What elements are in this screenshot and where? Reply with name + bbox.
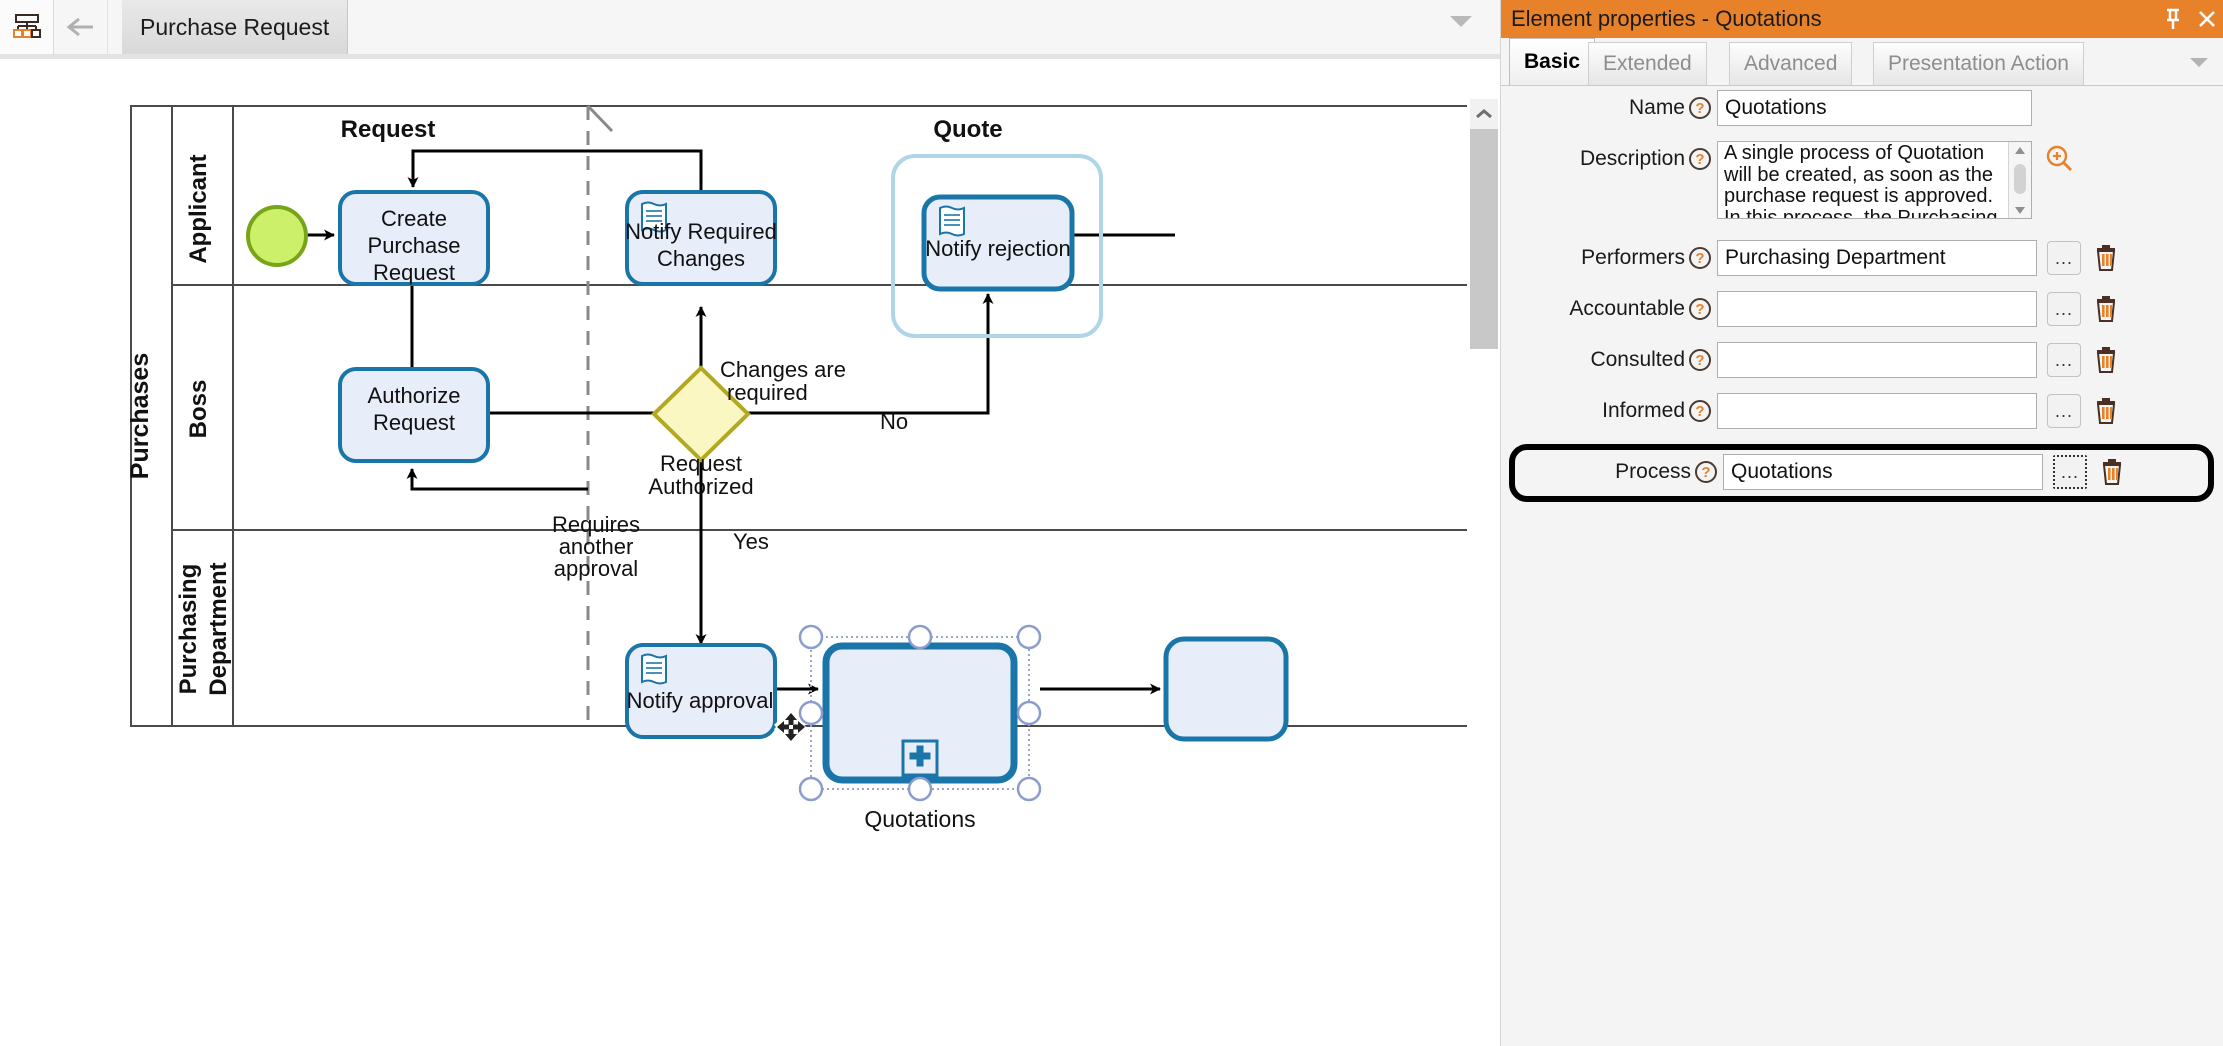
question-icon[interactable]: ? xyxy=(1689,148,1711,170)
trash-icon[interactable] xyxy=(2089,241,2123,275)
svg-text:Purchase: Purchase xyxy=(368,233,461,258)
field-label-accountable: Accountable xyxy=(1569,297,1685,320)
field-label-name: Name xyxy=(1628,96,1685,119)
model-tree-icon[interactable] xyxy=(0,0,54,54)
properties-form: Name ? Quotations Description ? A single… xyxy=(1501,90,2223,502)
trash-icon[interactable] xyxy=(2089,394,2123,428)
zoom-in-icon[interactable] xyxy=(2042,141,2076,175)
chevron-up-icon[interactable] xyxy=(1470,99,1498,129)
tab-presentation-action[interactable]: Presentation Action xyxy=(1873,42,2084,85)
svg-text:Create: Create xyxy=(381,206,447,231)
field-label-consulted: Consulted xyxy=(1590,348,1685,371)
milestone-label-quote: Quote xyxy=(933,116,1002,143)
trash-icon[interactable] xyxy=(2095,455,2129,489)
field-label-description: Description xyxy=(1579,147,1685,170)
informed-input[interactable] xyxy=(1717,393,2037,429)
tab-presentation-action-label: Presentation Action xyxy=(1888,52,2069,75)
svg-text:Notify rejection: Notify rejection xyxy=(925,236,1071,261)
pin-icon[interactable] xyxy=(2156,0,2190,38)
performers-input[interactable]: Purchasing Department xyxy=(1717,240,2037,276)
accountable-input[interactable] xyxy=(1717,291,2037,327)
consulted-browse-button[interactable]: ... xyxy=(2047,343,2081,377)
question-icon[interactable]: ? xyxy=(1689,298,1711,320)
scroll-up-icon[interactable] xyxy=(2009,142,2031,158)
tab-advanced-label: Advanced xyxy=(1744,52,1838,75)
accountable-browse-button[interactable]: ... xyxy=(2047,292,2081,326)
field-label-informed: Informed xyxy=(1602,399,1685,422)
process-input[interactable]: Quotations xyxy=(1723,454,2043,490)
subprocess-label: Quotations xyxy=(864,806,975,832)
lane-label-applicant: Applicant xyxy=(185,154,212,263)
highlight-outline-process: Process ? Quotations ... xyxy=(1509,444,2214,502)
tab-advanced[interactable]: Advanced xyxy=(1729,42,1853,85)
consulted-input[interactable] xyxy=(1717,342,2037,378)
field-row-name: Name ? Quotations xyxy=(1501,90,2223,128)
field-row-accountable: Accountable ? ... xyxy=(1501,291,2223,329)
description-text: A single process of Quotation will be cr… xyxy=(1724,142,1999,219)
field-row-process: Process ? Quotations ... xyxy=(1515,454,2208,492)
description-scrollbar[interactable] xyxy=(2008,142,2031,218)
back-arrow-icon[interactable] xyxy=(54,0,108,54)
document-tab-label: Purchase Request xyxy=(140,13,330,40)
performers-browse-button[interactable]: ... xyxy=(2047,241,2081,275)
field-row-description: Description ? A single process of Quotat… xyxy=(1501,141,2223,227)
diagram-canvas[interactable]: Purchases Applicant Boss Purchasing Depa… xyxy=(0,59,1468,1046)
svg-text:No: No xyxy=(880,409,908,434)
properties-title-text: Element properties - Quotations xyxy=(1511,6,1822,31)
scroll-down-icon[interactable] xyxy=(2009,202,2031,218)
svg-text:Notify Required: Notify Required xyxy=(625,219,777,244)
pool-label: Purchases xyxy=(126,353,154,479)
svg-text:Yes: Yes xyxy=(733,529,769,554)
milestone-label-request: Request xyxy=(341,116,436,143)
field-row-informed: Informed ? ... xyxy=(1501,393,2223,431)
lane-label-boss: Boss xyxy=(185,380,212,439)
canvas-vertical-scrollbar[interactable] xyxy=(1467,59,1500,1046)
svg-text:Notify approval: Notify approval xyxy=(627,688,774,713)
question-icon[interactable]: ? xyxy=(1689,247,1711,269)
scrollbar-thumb[interactable] xyxy=(1470,129,1498,349)
lane-label-purchasing-1: Purchasing xyxy=(175,564,202,695)
scrollbar-thumb[interactable] xyxy=(2014,164,2026,194)
svg-text:Authorized: Authorized xyxy=(648,474,753,499)
svg-text:Changes: Changes xyxy=(657,246,745,271)
name-input[interactable]: Quotations xyxy=(1717,90,2032,126)
field-label-performers: Performers xyxy=(1581,246,1685,269)
svg-text:Changes are: Changes are xyxy=(720,357,846,382)
close-icon[interactable] xyxy=(2190,0,2223,38)
svg-text:Request: Request xyxy=(373,260,455,285)
process-browse-button[interactable]: ... xyxy=(2053,455,2087,489)
svg-text:required: required xyxy=(727,380,808,405)
start-event xyxy=(246,205,308,267)
description-textarea[interactable]: A single process of Quotation will be cr… xyxy=(1717,141,2032,219)
document-tab-purchase-request[interactable]: Purchase Request xyxy=(122,0,349,54)
chevron-down-icon[interactable] xyxy=(1450,16,1472,27)
question-icon[interactable]: ? xyxy=(1695,461,1717,483)
field-row-performers: Performers ? Purchasing Department ... xyxy=(1501,240,2223,278)
question-icon[interactable]: ? xyxy=(1689,349,1711,371)
svg-text:approval: approval xyxy=(554,556,638,581)
application-window: Purchase Request Purchases Applicant Bos… xyxy=(0,0,2223,1046)
question-icon[interactable]: ? xyxy=(1689,97,1711,119)
lane-label-purchasing-2: Department xyxy=(205,562,232,695)
properties-title-bar: Element properties - Quotations xyxy=(1501,0,2223,38)
tab-basic[interactable]: Basic xyxy=(1509,38,1596,85)
field-row-consulted: Consulted ? ... xyxy=(1501,342,2223,380)
editor-tab-strip: Purchase Request xyxy=(0,0,1500,59)
chevron-down-icon[interactable] xyxy=(2190,58,2208,67)
informed-browse-button[interactable]: ... xyxy=(2047,394,2081,428)
svg-text:Request: Request xyxy=(660,451,742,476)
trash-icon[interactable] xyxy=(2089,343,2123,377)
svg-text:Request: Request xyxy=(373,410,455,435)
tab-extended-label: Extended xyxy=(1603,52,1692,75)
tab-extended[interactable]: Extended xyxy=(1588,42,1707,85)
field-label-process: Process xyxy=(1615,460,1691,483)
svg-text:Authorize: Authorize xyxy=(368,383,461,408)
diagram-editor: Purchase Request Purchases Applicant Bos… xyxy=(0,0,1500,1046)
question-icon[interactable]: ? xyxy=(1689,400,1711,422)
trash-icon[interactable] xyxy=(2089,292,2123,326)
tab-basic-label: Basic xyxy=(1524,50,1581,73)
properties-tab-bar: Basic Extended Advanced Presentation Act… xyxy=(1501,38,2223,86)
element-properties-panel: Element properties - Quotations Basic Ex… xyxy=(1500,0,2223,1046)
